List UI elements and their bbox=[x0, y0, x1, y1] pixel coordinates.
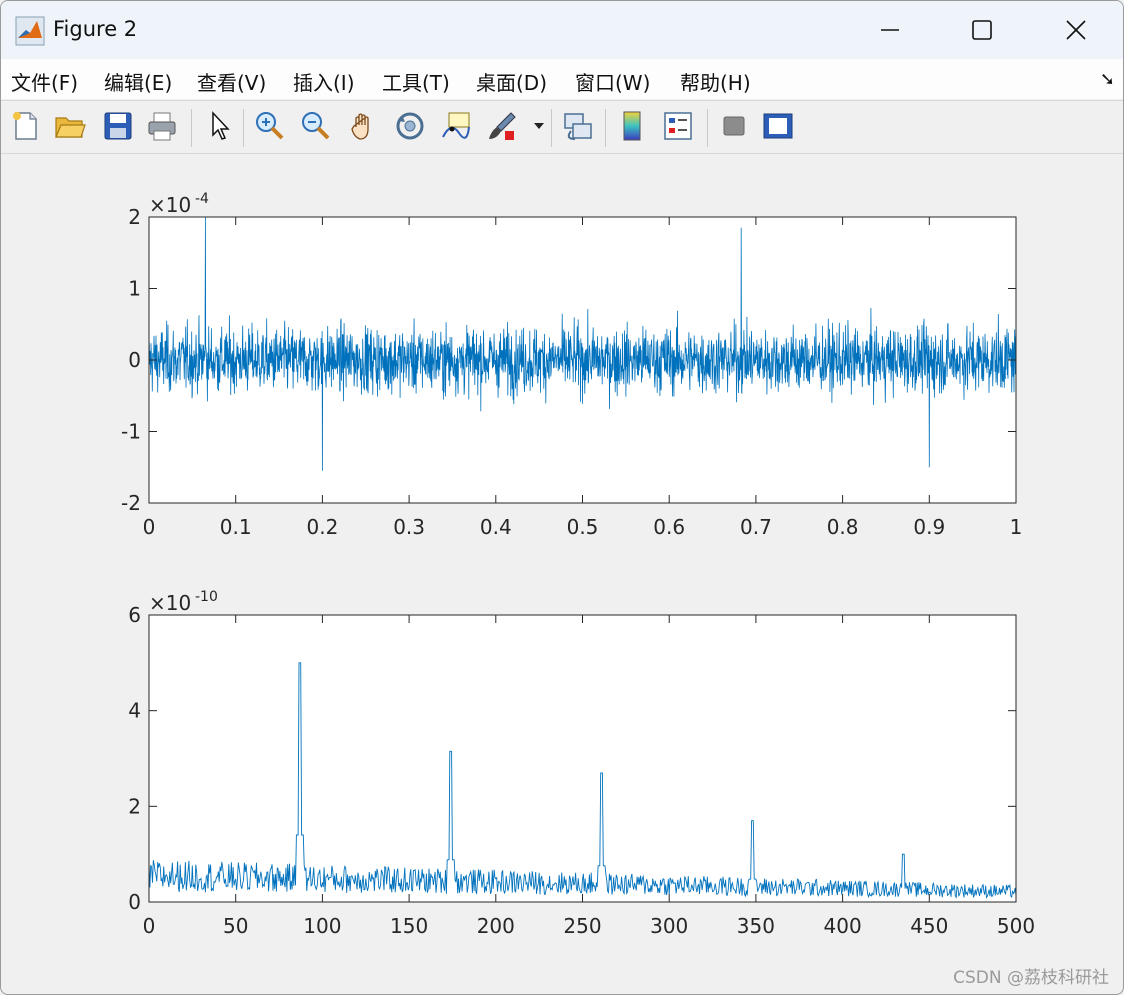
open-icon[interactable] bbox=[53, 109, 87, 143]
menu-desktop[interactable]: 桌面(D) bbox=[476, 67, 547, 96]
legend-icon[interactable] bbox=[661, 109, 695, 143]
y-tick-label: -1 bbox=[121, 420, 141, 444]
brush-icon[interactable] bbox=[485, 109, 519, 143]
new-figure-icon[interactable] bbox=[9, 109, 43, 143]
x-tick-label: 0 bbox=[143, 914, 156, 938]
x-tick-label: 0.4 bbox=[480, 515, 512, 539]
menu-help[interactable]: 帮助(H) bbox=[680, 67, 751, 96]
x-tick-label: 0.1 bbox=[220, 515, 252, 539]
menu-window[interactable]: 窗口(W) bbox=[575, 67, 650, 96]
x-tick-label: 0.8 bbox=[827, 515, 859, 539]
y-tick-label: 2 bbox=[128, 794, 141, 818]
chevron-down-icon[interactable] bbox=[533, 121, 545, 131]
x-tick-label: 100 bbox=[303, 914, 341, 938]
x-tick-label: 200 bbox=[477, 914, 515, 938]
menu-insert[interactable]: 插入(I) bbox=[293, 67, 355, 96]
x-tick-label: 450 bbox=[910, 914, 948, 938]
menu-view[interactable]: 查看(V) bbox=[197, 67, 266, 96]
x-tick-label: 0.9 bbox=[913, 515, 945, 539]
x-tick-label: 400 bbox=[824, 914, 862, 938]
time-signal-axes: 0 0.1 0.2 0.3 0.4 0.5 0.6 0.7 0.8 0.9 1 -2 -1 0 1 2 ×10-… bbox=[121, 191, 1022, 539]
pan-icon[interactable] bbox=[347, 109, 381, 143]
x-tick-label: 0.6 bbox=[653, 515, 685, 539]
y-tick-label: 0 bbox=[128, 890, 141, 914]
figure-window: Figure 2 文件(F) 编辑(E) 查看(V) 插入(I) 工具(T) 桌… bbox=[0, 0, 1124, 995]
menu-file[interactable]: 文件(F) bbox=[11, 67, 78, 96]
x-tick-label: 150 bbox=[390, 914, 428, 938]
x-tick-label: 350 bbox=[737, 914, 775, 938]
y-tick-label: 1 bbox=[128, 277, 141, 301]
x-tick-label: 0.7 bbox=[740, 515, 772, 539]
axis-exponent-power: -10 bbox=[195, 589, 218, 605]
toolbar-separator bbox=[551, 109, 552, 147]
maximize-icon bbox=[972, 20, 992, 40]
toolbar-separator bbox=[243, 109, 244, 147]
maximize-button[interactable] bbox=[959, 9, 1005, 51]
menu-tools[interactable]: 工具(T) bbox=[382, 67, 450, 96]
menu-edit[interactable]: 编辑(E) bbox=[104, 67, 172, 96]
x-tick-label: 0.3 bbox=[393, 515, 425, 539]
close-button[interactable] bbox=[1053, 9, 1099, 51]
toolbar-separator bbox=[191, 109, 192, 147]
figure-canvas: 0 0.1 0.2 0.3 0.4 0.5 0.6 0.7 0.8 0.9 1-2-1012 ×10-… bbox=[121, 191, 1035, 938]
close-icon bbox=[1066, 20, 1086, 40]
x-tick-label: 300 bbox=[650, 914, 688, 938]
show-plot-tools-icon[interactable] bbox=[761, 109, 795, 143]
y-tick-label: 6 bbox=[128, 603, 141, 627]
y-tick-label: 0 bbox=[128, 348, 141, 372]
x-tick-label: 0 bbox=[143, 515, 156, 539]
link-icon[interactable] bbox=[561, 109, 595, 143]
x-tick-label: 0.5 bbox=[567, 515, 599, 539]
y-tick-label: 2 bbox=[128, 205, 141, 229]
x-tick-label: 0.2 bbox=[306, 515, 338, 539]
toolbar-separator bbox=[707, 109, 708, 147]
plot-area: 0 0.1 0.2 0.3 0.4 0.5 0.6 0.7 0.8 0.9 1 -2 -1 0 1 2 ×10-… bbox=[1, 153, 1123, 994]
axis-exponent-power: -4 bbox=[195, 191, 209, 207]
colorbar-icon[interactable] bbox=[615, 109, 649, 143]
rotate-icon[interactable] bbox=[393, 109, 427, 143]
x-tick-label: 1 bbox=[1010, 515, 1023, 539]
menu-bar: 文件(F) 编辑(E) 查看(V) 插入(I) 工具(T) 桌面(D) 窗口(W… bbox=[1, 59, 1123, 99]
zoom-out-icon[interactable] bbox=[299, 109, 333, 143]
axis-exponent-label: ×10 bbox=[149, 193, 191, 217]
x-tick-label: 250 bbox=[563, 914, 601, 938]
x-tick-label: 500 bbox=[997, 914, 1035, 938]
minimize-icon bbox=[881, 29, 899, 31]
axes-background bbox=[149, 615, 1016, 902]
y-tick-label: -2 bbox=[121, 491, 141, 515]
data-cursor-icon[interactable] bbox=[439, 109, 473, 143]
pointer-icon[interactable] bbox=[203, 109, 237, 143]
title-bar: Figure 2 bbox=[1, 1, 1123, 59]
minimize-button[interactable] bbox=[867, 9, 913, 51]
matlab-logo-icon bbox=[15, 16, 45, 46]
toolbar-separator bbox=[605, 109, 606, 147]
y-tick-label: 4 bbox=[128, 699, 141, 723]
figure-toolbar bbox=[1, 100, 1123, 154]
hide-plot-tools-icon[interactable] bbox=[717, 109, 751, 143]
zoom-in-icon[interactable] bbox=[253, 109, 287, 143]
save-icon[interactable] bbox=[101, 109, 135, 143]
spectrum-axes: 0 50 100 150 200 250 300 350 400 450 500 0 2 4 6 ×10 -10 bbox=[128, 589, 1035, 938]
dock-arrow-icon[interactable]: ➘ bbox=[1100, 69, 1115, 90]
watermark: CSDN @荔枝科研社 bbox=[953, 968, 1109, 988]
axis-exponent-label: ×10 bbox=[149, 591, 191, 615]
print-icon[interactable] bbox=[145, 109, 179, 143]
x-tick-label: 50 bbox=[223, 914, 248, 938]
window-title: Figure 2 bbox=[53, 17, 138, 41]
